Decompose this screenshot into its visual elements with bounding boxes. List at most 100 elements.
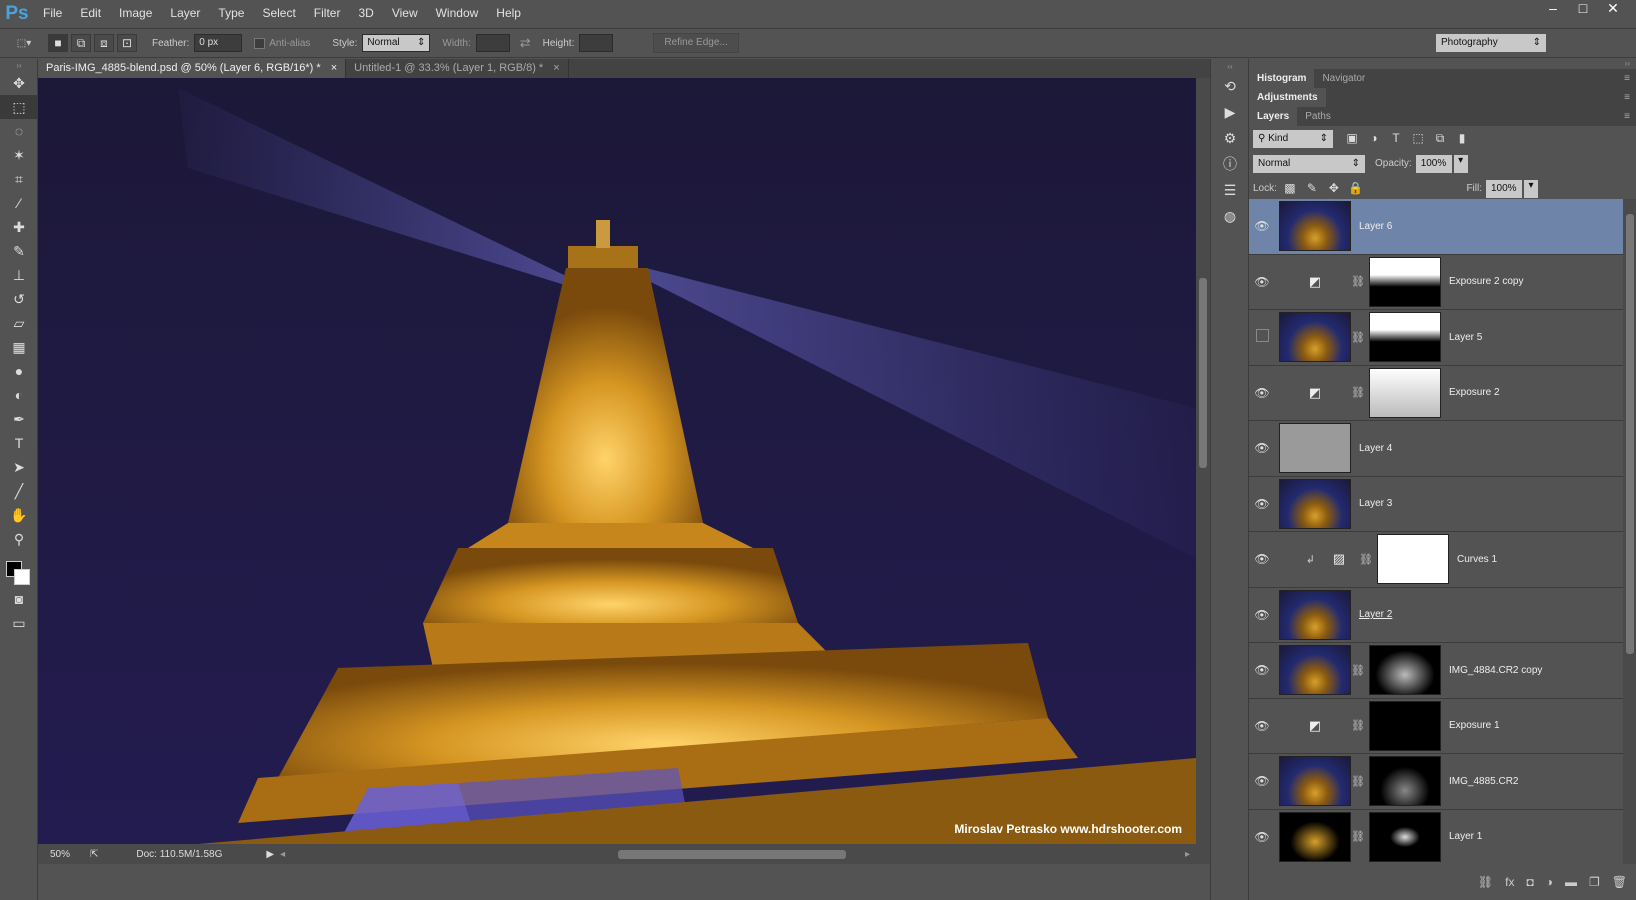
lock-transparency-icon[interactable]: ▩ bbox=[1281, 181, 1299, 197]
healing-brush-icon[interactable]: ✚ bbox=[0, 215, 38, 239]
delete-layer-icon[interactable]: 🗑 bbox=[1612, 875, 1627, 889]
tool-presets-icon[interactable]: ⚙ bbox=[1211, 125, 1249, 151]
history-icon[interactable]: ⟲ bbox=[1211, 73, 1249, 99]
crop-tool-icon[interactable]: ⌗ bbox=[0, 167, 38, 191]
layer-name[interactable]: Exposure 2 copy bbox=[1449, 276, 1524, 287]
maximize-button[interactable]: □ bbox=[1568, 0, 1598, 16]
height-input[interactable] bbox=[579, 34, 614, 52]
layer-row[interactable]: 👁 ◩ ⛓ Exposure 1 bbox=[1249, 698, 1623, 754]
collapse-icon[interactable]: ›› bbox=[0, 59, 38, 71]
marquee-tool-icon[interactable]: ⬚ bbox=[0, 95, 38, 119]
brush-tool-icon[interactable]: ✎ bbox=[0, 239, 38, 263]
layer-row[interactable]: 👁 ◩ ⛓ Exposure 2 copy bbox=[1249, 254, 1623, 310]
link-chain-icon[interactable]: ⛓ bbox=[1351, 386, 1365, 399]
adjustment-filter-icon[interactable]: ◑ bbox=[1365, 131, 1383, 147]
close-icon[interactable]: × bbox=[553, 62, 559, 74]
menu-select[interactable]: Select bbox=[253, 0, 304, 27]
intersect-selection-icon[interactable]: ⊡ bbox=[117, 34, 137, 52]
visibility-eye-icon[interactable]: 👁 bbox=[1249, 663, 1275, 677]
dodge-tool-icon[interactable]: ◐ bbox=[0, 383, 38, 407]
visibility-eye-icon[interactable]: 👁 bbox=[1249, 774, 1275, 788]
type-tool-icon[interactable]: T bbox=[0, 431, 38, 455]
panel-menu-icon[interactable]: ≡ bbox=[1624, 92, 1636, 103]
layer-thumbnail[interactable] bbox=[1279, 201, 1351, 252]
scroll-right-icon[interactable]: ▸ bbox=[1185, 849, 1190, 860]
move-tool-icon[interactable]: ✥ bbox=[0, 71, 38, 95]
mask-thumbnail[interactable] bbox=[1369, 756, 1441, 807]
pixel-filter-icon[interactable]: ▣ bbox=[1343, 131, 1361, 147]
close-icon[interactable]: × bbox=[331, 62, 337, 74]
layer-thumbnail[interactable] bbox=[1279, 589, 1351, 640]
menu-view[interactable]: View bbox=[383, 0, 427, 27]
color-swatches[interactable] bbox=[0, 551, 38, 587]
new-group-icon[interactable]: ▬ bbox=[1565, 875, 1577, 889]
menu-window[interactable]: Window bbox=[427, 0, 488, 27]
info-icon[interactable]: ⓘ bbox=[1211, 151, 1249, 177]
scroll-thumb[interactable] bbox=[1626, 214, 1634, 654]
tab-paris-blend[interactable]: Paris-IMG_4885-blend.psd @ 50% (Layer 6,… bbox=[38, 59, 347, 78]
pen-tool-icon[interactable]: ✒ bbox=[0, 407, 38, 431]
layer-row[interactable]: 👁 ↲ ▨ ⛓ Curves 1 bbox=[1249, 532, 1623, 588]
layer-thumbnail[interactable] bbox=[1279, 811, 1351, 862]
menu-type[interactable]: Type bbox=[209, 0, 253, 27]
quick-mask-icon[interactable]: ◙ bbox=[0, 587, 38, 611]
feather-input[interactable]: 0 px bbox=[194, 34, 243, 52]
visibility-eye-icon[interactable]: 👁 bbox=[1249, 830, 1275, 844]
smart-object-filter-icon[interactable]: ⧉ bbox=[1431, 131, 1449, 147]
visibility-eye-icon[interactable]: 👁 bbox=[1249, 441, 1275, 455]
layer-thumbnail[interactable] bbox=[1279, 423, 1351, 474]
menu-layer[interactable]: Layer bbox=[161, 0, 209, 27]
link-chain-icon[interactable]: ⛓ bbox=[1351, 331, 1365, 344]
new-adjustment-icon[interactable]: ◑ bbox=[1546, 875, 1553, 889]
layer-row[interactable]: 👁 ⛓ IMG_4884.CR2 copy bbox=[1249, 643, 1623, 699]
mask-thumbnail[interactable] bbox=[1369, 367, 1441, 418]
collapse-icon[interactable]: ›› bbox=[1249, 59, 1636, 69]
visibility-eye-icon[interactable]: 👁 bbox=[1249, 719, 1275, 733]
tab-adjustments[interactable]: Adjustments bbox=[1249, 88, 1326, 107]
scroll-thumb[interactable] bbox=[1199, 278, 1207, 468]
layer-row[interactable]: 👁 Layer 4 bbox=[1249, 421, 1623, 477]
tab-navigator[interactable]: Navigator bbox=[1314, 69, 1373, 88]
layer-thumbnail[interactable] bbox=[1279, 312, 1351, 363]
workspace-select[interactable]: Photography ⇕ bbox=[1436, 34, 1546, 52]
clone-stamp-icon[interactable]: ⊥ bbox=[0, 263, 38, 287]
new-selection-icon[interactable]: ■ bbox=[48, 34, 68, 52]
lasso-tool-icon[interactable]: ◌ bbox=[0, 119, 38, 143]
opacity-input[interactable]: 100% bbox=[1415, 154, 1452, 173]
link-chain-icon[interactable]: ⛓ bbox=[1351, 775, 1365, 788]
layer-name[interactable]: Exposure 2 bbox=[1449, 387, 1500, 398]
lock-position-icon[interactable]: ✥ bbox=[1325, 181, 1343, 197]
eraser-icon[interactable]: ▱ bbox=[0, 311, 38, 335]
chevron-down-icon[interactable]: ▾ bbox=[1453, 154, 1468, 173]
add-selection-icon[interactable]: ⧉ bbox=[71, 34, 91, 52]
link-chain-icon[interactable]: ⛓ bbox=[1351, 719, 1365, 732]
swap-icon[interactable]: ⇄ bbox=[520, 35, 531, 51]
layer-row[interactable]: 👁 Layer 6 bbox=[1249, 199, 1623, 255]
actions-icon[interactable]: ▶ bbox=[1211, 99, 1249, 125]
visibility-eye-icon[interactable]: 👁 bbox=[1249, 219, 1275, 233]
eyedropper-icon[interactable]: ⁄ bbox=[0, 191, 38, 215]
mask-thumbnail[interactable] bbox=[1369, 700, 1441, 751]
tab-layers[interactable]: Layers bbox=[1249, 107, 1298, 126]
layer-name[interactable]: Layer 3 bbox=[1359, 498, 1392, 509]
link-chain-icon[interactable]: ⛓ bbox=[1351, 830, 1365, 843]
exposure-adjustment-icon[interactable]: ◩ bbox=[1279, 701, 1351, 751]
shape-filter-icon[interactable]: ⬚ bbox=[1409, 131, 1427, 147]
layer-name[interactable]: Exposure 1 bbox=[1449, 720, 1500, 731]
menu-help[interactable]: Help bbox=[487, 0, 530, 27]
menu-file[interactable]: File bbox=[34, 0, 71, 27]
blend-mode-select[interactable]: Normal ⇕ bbox=[1253, 154, 1365, 173]
fx-icon[interactable]: fx bbox=[1505, 875, 1514, 889]
filter-kind-select[interactable]: ⚲ Kind ⇕ bbox=[1253, 129, 1333, 148]
tab-paths[interactable]: Paths bbox=[1297, 107, 1339, 126]
zoom-tool-icon[interactable]: ⚲ bbox=[0, 527, 38, 551]
filter-toggle-icon[interactable]: ▮ bbox=[1453, 131, 1471, 147]
layer-name[interactable]: Curves 1 bbox=[1457, 554, 1497, 565]
visibility-eye-icon[interactable] bbox=[1249, 329, 1275, 345]
chevron-down-icon[interactable]: ▾ bbox=[1524, 179, 1538, 198]
menu-3d[interactable]: 3D bbox=[349, 0, 382, 27]
menu-filter[interactable]: Filter bbox=[305, 0, 350, 27]
layer-row[interactable]: 👁 ◩ ⛓ Exposure 2 bbox=[1249, 365, 1623, 421]
mask-thumbnail[interactable] bbox=[1369, 312, 1441, 363]
visibility-eye-icon[interactable]: 👁 bbox=[1249, 497, 1275, 511]
